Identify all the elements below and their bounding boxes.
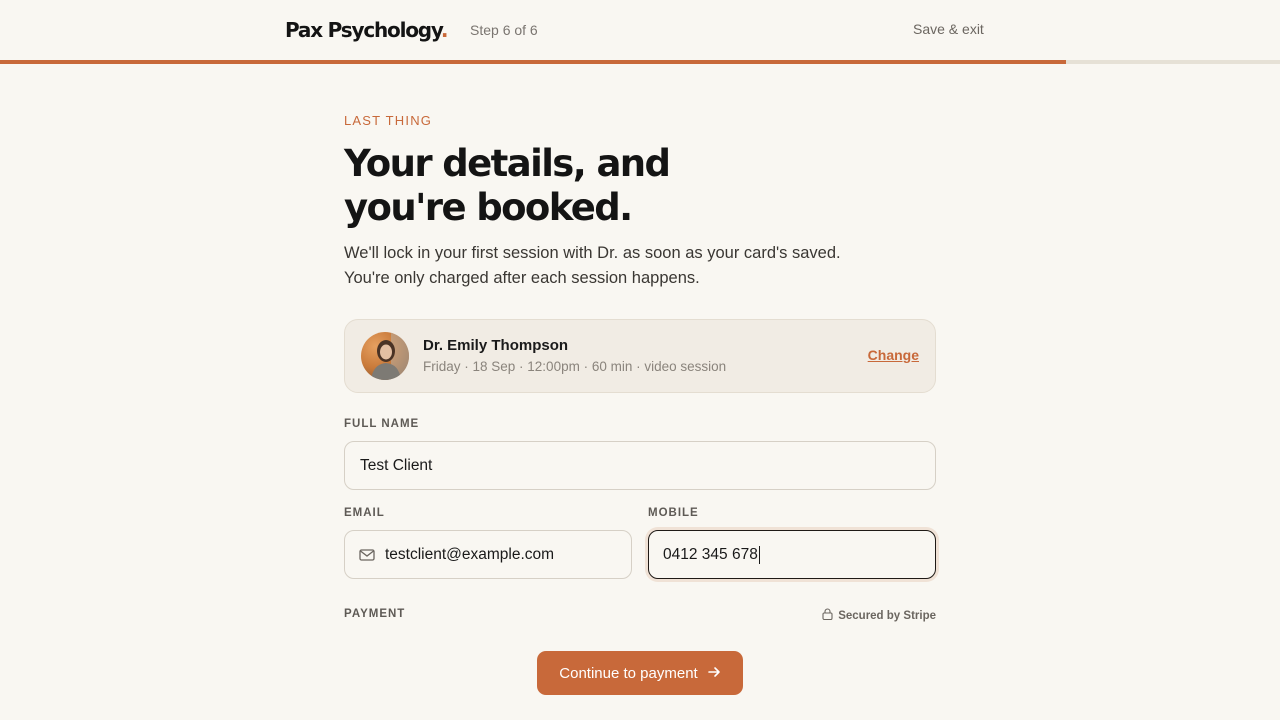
full-name-value: Test Client bbox=[360, 456, 433, 474]
session-details: Friday · 18 Sep · 12:00pm · 60 min · vid… bbox=[423, 359, 727, 374]
mail-icon bbox=[359, 548, 375, 562]
text-caret bbox=[758, 545, 760, 564]
subtext-line-1: We'll lock in your first session with Dr… bbox=[344, 244, 841, 262]
logo-dot: . bbox=[440, 18, 449, 42]
full-name-label: FULL NAME bbox=[344, 418, 420, 430]
secured-text: Secured by Stripe bbox=[838, 609, 936, 622]
mobile-field[interactable]: 0412 345 678 bbox=[648, 530, 936, 579]
continue-label: Continue to payment bbox=[559, 664, 698, 682]
progress-bar bbox=[0, 60, 1280, 64]
top-bar: Pax Psychology. Step 6 of 6 Save & exit bbox=[0, 0, 1280, 60]
page-title: Your details, and you're booked. bbox=[344, 142, 944, 230]
page-title-line-2: you're booked. bbox=[344, 186, 633, 229]
change-link[interactable]: Change bbox=[868, 347, 919, 363]
lock-icon bbox=[822, 608, 833, 623]
therapist-name: Dr. Emily Thompson bbox=[423, 337, 569, 354]
eyebrow: LAST THING bbox=[344, 113, 433, 128]
email-field[interactable]: testclient@example.com bbox=[344, 530, 632, 579]
therapist-card: Dr. Emily Thompson Friday · 18 Sep · 12:… bbox=[344, 319, 936, 393]
continue-to-payment-button[interactable]: Continue to payment bbox=[537, 651, 743, 695]
logo-text: Pax Psychology bbox=[285, 18, 442, 42]
step-indicator: Step 6 of 6 bbox=[470, 22, 538, 38]
page-title-line-1: Your details, and bbox=[344, 142, 671, 185]
mobile-label: MOBILE bbox=[648, 507, 699, 519]
arrow-right-icon bbox=[707, 665, 721, 682]
secured-by-stripe: Secured by Stripe bbox=[822, 608, 936, 623]
full-name-field[interactable]: Test Client bbox=[344, 441, 936, 490]
mobile-value: 0412 345 678 bbox=[663, 545, 758, 563]
subtext-line-2: You're only charged after each session h… bbox=[344, 269, 700, 287]
save-exit-button[interactable]: Save & exit bbox=[913, 21, 984, 37]
email-value: testclient@example.com bbox=[385, 545, 555, 563]
logo[interactable]: Pax Psychology. bbox=[285, 18, 449, 42]
payment-label: PAYMENT bbox=[344, 608, 406, 620]
email-label: EMAIL bbox=[344, 507, 385, 519]
subtext: We'll lock in your first session with Dr… bbox=[344, 241, 936, 291]
progress-fill bbox=[0, 60, 1067, 64]
avatar bbox=[361, 332, 409, 380]
